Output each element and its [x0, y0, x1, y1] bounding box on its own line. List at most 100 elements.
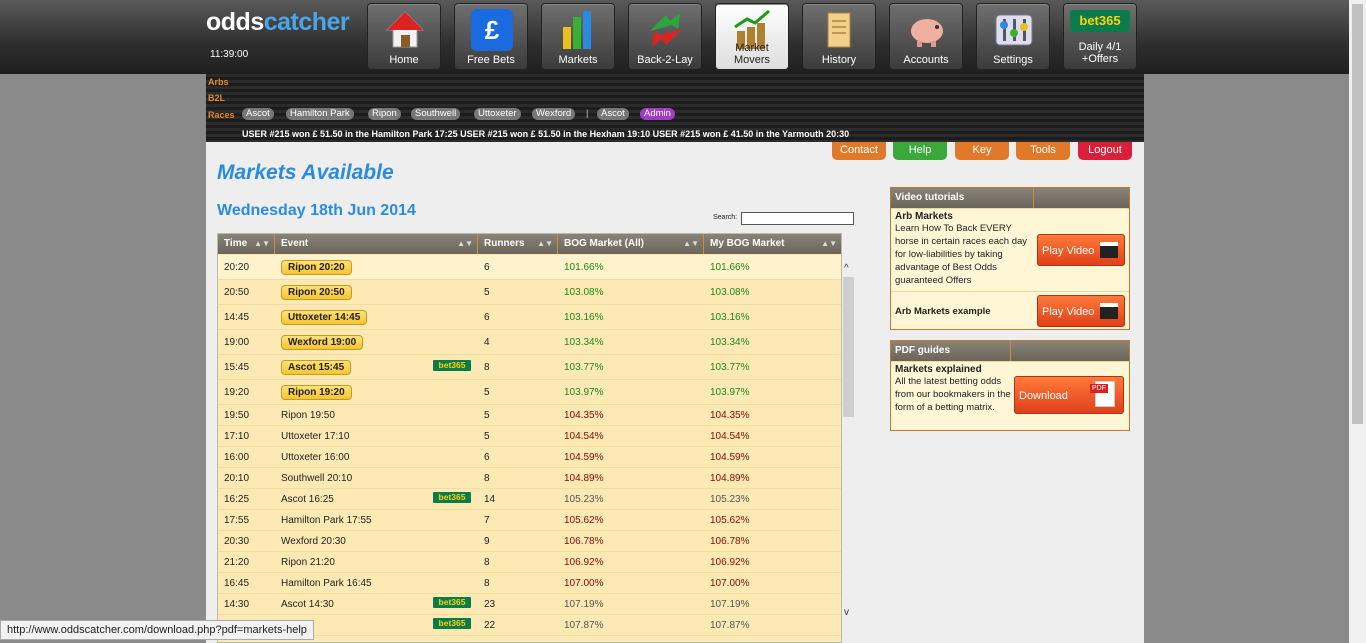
cell-my-bog-market-value: 107.87% — [710, 619, 750, 631]
nav-accounts-button[interactable]: Accounts — [889, 3, 963, 70]
play-video-button[interactable]: Play Video — [1037, 295, 1125, 327]
table-row[interactable]: 20:10 Southwell 20:10 8 104.89% 104.89% — [218, 468, 841, 489]
event-button[interactable]: Ripon 20:20 — [281, 259, 352, 275]
nav-settings-button[interactable]: Settings — [976, 3, 1050, 70]
event-button[interactable]: Ascot 15:45 — [281, 359, 352, 375]
table-row[interactable]: 15:45 Ascot 15:45 8 103.77% 103.77% bet365 — [218, 355, 841, 380]
cell-bog-market: 106.78% — [558, 531, 704, 551]
page-scroll-thumb[interactable] — [1352, 4, 1363, 424]
table-row[interactable]: 16:45 Hamilton Park 16:45 8 107.00% 107.00% — [218, 573, 841, 594]
cell-event: Wexford 20:30 — [275, 531, 478, 551]
admin-pill[interactable]: Admin — [640, 108, 675, 120]
bet365-badge-icon[interactable]: bet365 — [433, 618, 471, 629]
play-video-button[interactable]: Play Video — [1037, 234, 1125, 266]
cell-my-bog-market-value: 104.59% — [710, 451, 750, 463]
cell-runners: 6 — [478, 255, 558, 279]
table-row[interactable]: 17:10 Uttoxeter 17:10 5 104.54% 104.54% — [218, 426, 841, 447]
race-pill-hamilton-park[interactable]: Hamilton Park — [286, 108, 354, 120]
cell-time: 17:10 — [218, 426, 275, 446]
cell-runners: 6 — [478, 305, 558, 329]
scroll-up-icon[interactable]: ^ — [844, 263, 849, 274]
table-row[interactable]: 16:25 Ascot 16:25 14 105.23% 105.23% bet365 — [218, 489, 841, 510]
cell-my-bog-market: 103.97% — [704, 380, 841, 404]
nav-free-bets-button[interactable]: £ Free Bets — [454, 3, 528, 70]
nav-market-movers-button[interactable]: Market Movers — [715, 3, 789, 70]
scroll-icon — [820, 9, 860, 51]
table-scrollbar[interactable]: ^ v — [842, 263, 855, 623]
event-button[interactable]: Wexford 19:00 — [281, 334, 364, 350]
b2l-link[interactable]: B2L — [208, 93, 225, 103]
cell-runners: 8 — [478, 573, 558, 593]
cell-bog-market-value: 104.59% — [564, 451, 604, 463]
table-row[interactable]: 16:00 Uttoxeter 16:00 6 104.59% 104.59% — [218, 447, 841, 468]
site-logo[interactable]: oddscatcher — [206, 8, 350, 37]
race-pill-ascot-extra[interactable]: Ascot — [597, 108, 629, 120]
race-pill-ascot[interactable]: Ascot — [242, 108, 274, 120]
table-row[interactable]: 20:20 Ripon 20:20 6 101.66% 101.66% — [218, 255, 841, 280]
nav-back-2-lay-button[interactable]: Back-2-Lay — [628, 3, 702, 70]
column-bog-market-header[interactable]: BOG Market (All) ▲▼ — [558, 234, 704, 254]
table-row[interactable]: 19:00 Wexford 19:00 4 103.34% 103.34% — [218, 330, 841, 355]
download-pdf-button[interactable]: Download PDF — [1014, 376, 1124, 414]
key-button[interactable]: Key — [955, 142, 1009, 160]
race-pill-ripon[interactable]: Ripon — [368, 108, 401, 120]
race-pill-southwell[interactable]: Southwell — [411, 108, 461, 120]
table-scroll-thumb[interactable] — [843, 277, 854, 417]
page-scrollbar[interactable] — [1349, 0, 1366, 643]
search-label: Search: — [713, 214, 738, 221]
video-item-title: Arb Markets example — [895, 306, 991, 317]
event-name: Hamilton Park 17:55 — [281, 514, 372, 526]
logout-button[interactable]: Logout — [1078, 142, 1132, 160]
arbs-link[interactable]: Arbs — [208, 77, 229, 87]
scroll-down-icon[interactable]: v — [844, 607, 849, 618]
cell-time: 19:50 — [218, 405, 275, 425]
contact-button[interactable]: Contact — [832, 142, 886, 160]
table-row[interactable]: 20:50 Ripon 20:50 5 103.08% 103.08% — [218, 280, 841, 305]
cell-event: Uttoxeter 14:45 — [275, 305, 478, 329]
cell-my-bog-market-value: 103.77% — [710, 361, 750, 373]
nav-markets-button[interactable]: Markets — [541, 3, 615, 70]
event-button[interactable]: Uttoxeter 14:45 — [281, 309, 368, 325]
table-row[interactable]: 19:50 Ripon 19:50 5 104.35% 104.35% — [218, 405, 841, 426]
bet365-badge-icon[interactable]: bet365 — [433, 360, 471, 371]
search-input[interactable] — [741, 212, 854, 225]
cell-my-bog-market: 104.89% — [704, 468, 841, 488]
nav-daily-offers-button[interactable]: bet365 Daily 4/1 +Offers — [1063, 3, 1137, 70]
event-button[interactable]: Ripon 19:20 — [281, 384, 352, 400]
table-row[interactable]: 19:20 Ripon 19:20 5 103.97% 103.97% — [218, 380, 841, 405]
cell-my-bog-market: 107.87% — [704, 615, 841, 635]
cell-bog-market-value: 107.87% — [564, 619, 604, 631]
cell-bog-market-value: 106.92% — [564, 556, 604, 568]
cell-event: Ripon 20:20 — [275, 255, 478, 279]
table-row[interactable]: 14:30 Ascot 14:30 23 107.19% 107.19% bet365 — [218, 594, 841, 615]
nav-history-button[interactable]: History — [802, 3, 876, 70]
pdf-item-markets-explained: Markets explained All the latest betting… — [891, 361, 1129, 430]
event-name: Ripon 19:50 — [281, 409, 335, 421]
table-row[interactable]: 20:30 Wexford 20:30 9 106.78% 106.78% — [218, 531, 841, 552]
race-pill-uttoxeter[interactable]: Uttoxeter — [474, 108, 521, 120]
cell-time: 19:20 — [218, 380, 275, 404]
cell-runners: 5 — [478, 280, 558, 304]
cell-event: Southwell 20:10 — [275, 468, 478, 488]
bet365-badge-icon[interactable]: bet365 — [433, 597, 471, 608]
pound-icon: £ — [471, 9, 513, 51]
cell-bog-market: 103.16% — [558, 305, 704, 329]
table-row[interactable]: 17:55 Hamilton Park 17:55 7 105.62% 105.62% — [218, 510, 841, 531]
cell-runners: 4 — [478, 330, 558, 354]
column-event-header[interactable]: Event ▲▼ — [275, 234, 478, 254]
event-button[interactable]: Ripon 20:50 — [281, 284, 352, 300]
clapperboard-icon — [1100, 303, 1118, 319]
cell-my-bog-market-value: 107.00% — [710, 577, 750, 589]
table-row[interactable]: 14:45 Uttoxeter 14:45 6 103.16% 103.16% — [218, 305, 841, 330]
bet365-badge-icon[interactable]: bet365 — [433, 492, 471, 503]
cell-bog-market: 105.23% — [558, 489, 704, 509]
main-content: Contact Help Key Tools Logout Markets Av… — [206, 142, 1144, 643]
column-my-bog-market-header[interactable]: My BOG Market ▲▼ — [704, 234, 841, 254]
table-row[interactable]: 21:20 Ripon 21:20 8 106.92% 106.92% — [218, 552, 841, 573]
column-runners-header[interactable]: Runners ▲▼ — [478, 234, 558, 254]
race-pill-wexford[interactable]: Wexford — [532, 108, 576, 120]
tools-button[interactable]: Tools — [1016, 142, 1070, 160]
column-time-header[interactable]: Time ▲▼ — [218, 234, 275, 254]
help-button[interactable]: Help — [893, 142, 947, 160]
nav-home-button[interactable]: Home — [367, 3, 441, 70]
